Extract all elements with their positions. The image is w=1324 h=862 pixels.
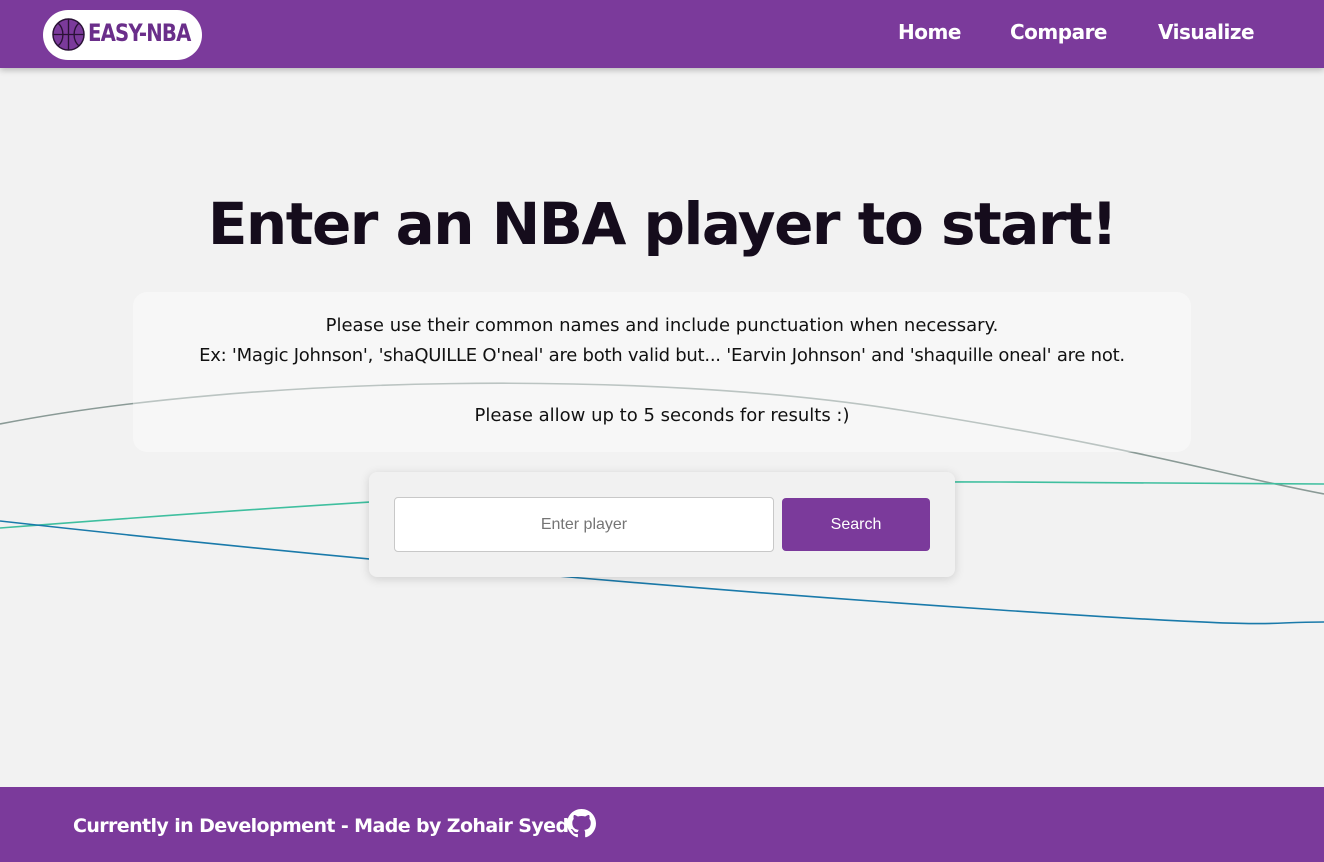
instructions-example: Ex: 'Magic Johnson', 'shaQUILLE O'neal' … [199, 345, 1125, 366]
instructions-line-1: Please use their common names and includ… [325, 315, 999, 336]
player-search-input[interactable] [394, 497, 774, 552]
logo-text: EASY-NBA [88, 19, 191, 47]
nav-link-compare[interactable]: Compare [1010, 20, 1108, 44]
search-button[interactable]: Search [782, 498, 930, 551]
navbar: EASY-NBA Home Compare Visualize [0, 0, 1324, 68]
nav-link-visualize[interactable]: Visualize [1158, 20, 1255, 44]
footer-credit: Currently in Development - Made by Zohai… [73, 815, 569, 837]
instructions-wait-note: Please allow up to 5 seconds for results… [474, 405, 850, 426]
footer: Currently in Development - Made by Zohai… [0, 787, 1324, 862]
page-title: Enter an NBA player to start! [207, 190, 1118, 258]
search-card: Search [369, 472, 955, 577]
instructions-box: Please use their common names and includ… [133, 292, 1191, 452]
logo[interactable]: EASY-NBA [43, 10, 202, 60]
nav-link-home[interactable]: Home [898, 20, 961, 44]
basketball-icon [52, 18, 85, 51]
github-icon[interactable] [567, 809, 596, 838]
